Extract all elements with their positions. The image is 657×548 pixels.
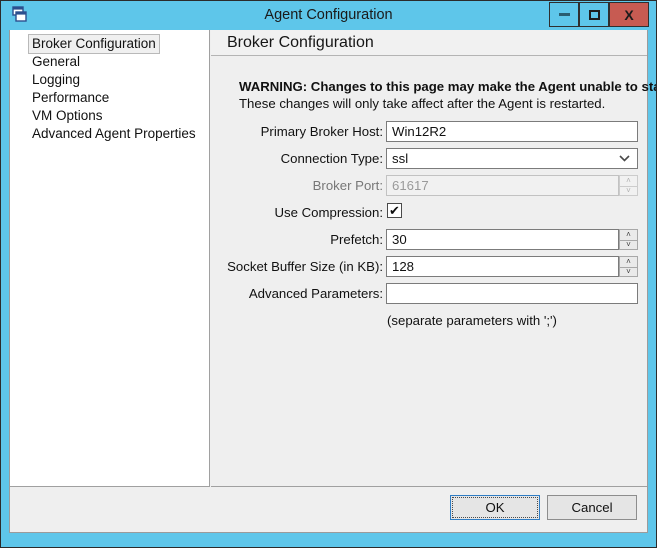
minimize-button[interactable]	[549, 2, 579, 27]
stepper-down-icon: ˅	[619, 185, 638, 196]
ok-button-label: OK	[485, 500, 505, 515]
page-title: Broker Configuration	[227, 34, 374, 51]
warning-subtext: These changes will only take affect afte…	[239, 96, 606, 111]
primary-broker-host-input[interactable]: Win12R2	[386, 121, 638, 142]
use-compression-label: Use Compression:	[274, 205, 383, 220]
socket-buffer-size-input[interactable]: 128	[386, 256, 619, 277]
connection-type-value: ssl	[392, 151, 409, 166]
sidebar-row: VM Options	[10, 106, 209, 124]
maximize-icon	[588, 9, 600, 20]
socket-buffer-size-stepper[interactable]: ˄ ˅	[619, 256, 638, 277]
sidebar-item-general[interactable]: General	[28, 52, 84, 72]
socket-buffer-size-label: Socket Buffer Size (in KB):	[227, 259, 383, 274]
use-compression-checkbox[interactable]: ✔	[387, 203, 402, 218]
sidebar-row: Broker Configuration	[10, 34, 209, 54]
primary-broker-host-label: Primary Broker Host:	[260, 124, 383, 139]
broker-port-input: 61617	[386, 175, 619, 196]
form-row-use-compression: Use Compression: ✔	[211, 202, 647, 229]
stepper-down-icon[interactable]: ˅	[619, 266, 638, 277]
cancel-button-label: Cancel	[571, 500, 613, 515]
form-row-socket-buffer-size: Socket Buffer Size (in KB): 128 ˄ ˅	[211, 256, 647, 283]
form-row-prefetch: Prefetch: 30 ˄ ˅	[211, 229, 647, 256]
stepper-up-icon[interactable]: ˄	[619, 229, 638, 240]
title-bar[interactable]: Agent Configuration X	[1, 1, 656, 30]
prefetch-stepper[interactable]: ˄ ˅	[619, 229, 638, 250]
sidebar-item-performance[interactable]: Performance	[28, 88, 113, 108]
cancel-button[interactable]: Cancel	[547, 495, 637, 520]
broker-port-label: Broker Port:	[312, 178, 383, 193]
stepper-down-icon[interactable]: ˅	[619, 239, 638, 250]
prefetch-input[interactable]: 30	[386, 229, 619, 250]
connection-type-label: Connection Type:	[280, 151, 383, 166]
warning-heading: WARNING: Changes to this page may make t…	[239, 79, 657, 94]
ok-button[interactable]: OK	[450, 495, 540, 520]
sidebar-item-logging[interactable]: Logging	[28, 70, 84, 90]
minimize-icon	[558, 13, 570, 16]
sidebar-item-advanced-agent-properties[interactable]: Advanced Agent Properties	[28, 124, 200, 144]
connection-type-select[interactable]: ssl	[386, 148, 638, 169]
sidebar-row: General	[10, 52, 209, 70]
sidebar-row: Performance	[10, 88, 209, 106]
form-row-connection-type: Connection Type: ssl	[211, 148, 647, 175]
stepper-up-icon: ˄	[619, 175, 638, 186]
chevron-down-icon	[619, 149, 630, 168]
sidebar-row: Logging	[10, 70, 209, 88]
sidebar-item-vm-options[interactable]: VM Options	[28, 106, 107, 126]
close-button[interactable]: X	[609, 2, 649, 27]
form-row-advanced-parameters: Advanced Parameters:	[211, 283, 647, 310]
maximize-button[interactable]	[579, 2, 609, 27]
advanced-parameters-input[interactable]	[386, 283, 638, 304]
stepper-up-icon[interactable]: ˄	[619, 256, 638, 267]
sidebar-row: Advanced Agent Properties	[10, 124, 209, 142]
form-row-primary-broker-host: Primary Broker Host: Win12R2	[211, 121, 647, 148]
prefetch-label: Prefetch:	[330, 232, 383, 247]
close-icon: X	[624, 6, 634, 23]
sidebar-item-broker-configuration[interactable]: Broker Configuration	[28, 34, 160, 54]
settings-pane: Broker Configuration WARNING: Changes to…	[211, 30, 656, 487]
agent-configuration-window: Agent Configuration X Broker Configurati…	[0, 0, 657, 548]
broker-configuration-form: Primary Broker Host: Win12R2 Connection …	[211, 121, 647, 310]
broker-port-stepper: ˄ ˅	[619, 175, 638, 196]
form-row-broker-port: Broker Port: 61617 ˄ ˅	[211, 175, 647, 202]
advanced-parameters-hint: (separate parameters with ';')	[387, 313, 557, 328]
advanced-parameters-label: Advanced Parameters:	[248, 286, 383, 301]
navigation-sidebar: Broker Configuration General Logging Per…	[10, 30, 210, 487]
dialog-client-area: Broker Configuration General Logging Per…	[9, 30, 656, 533]
